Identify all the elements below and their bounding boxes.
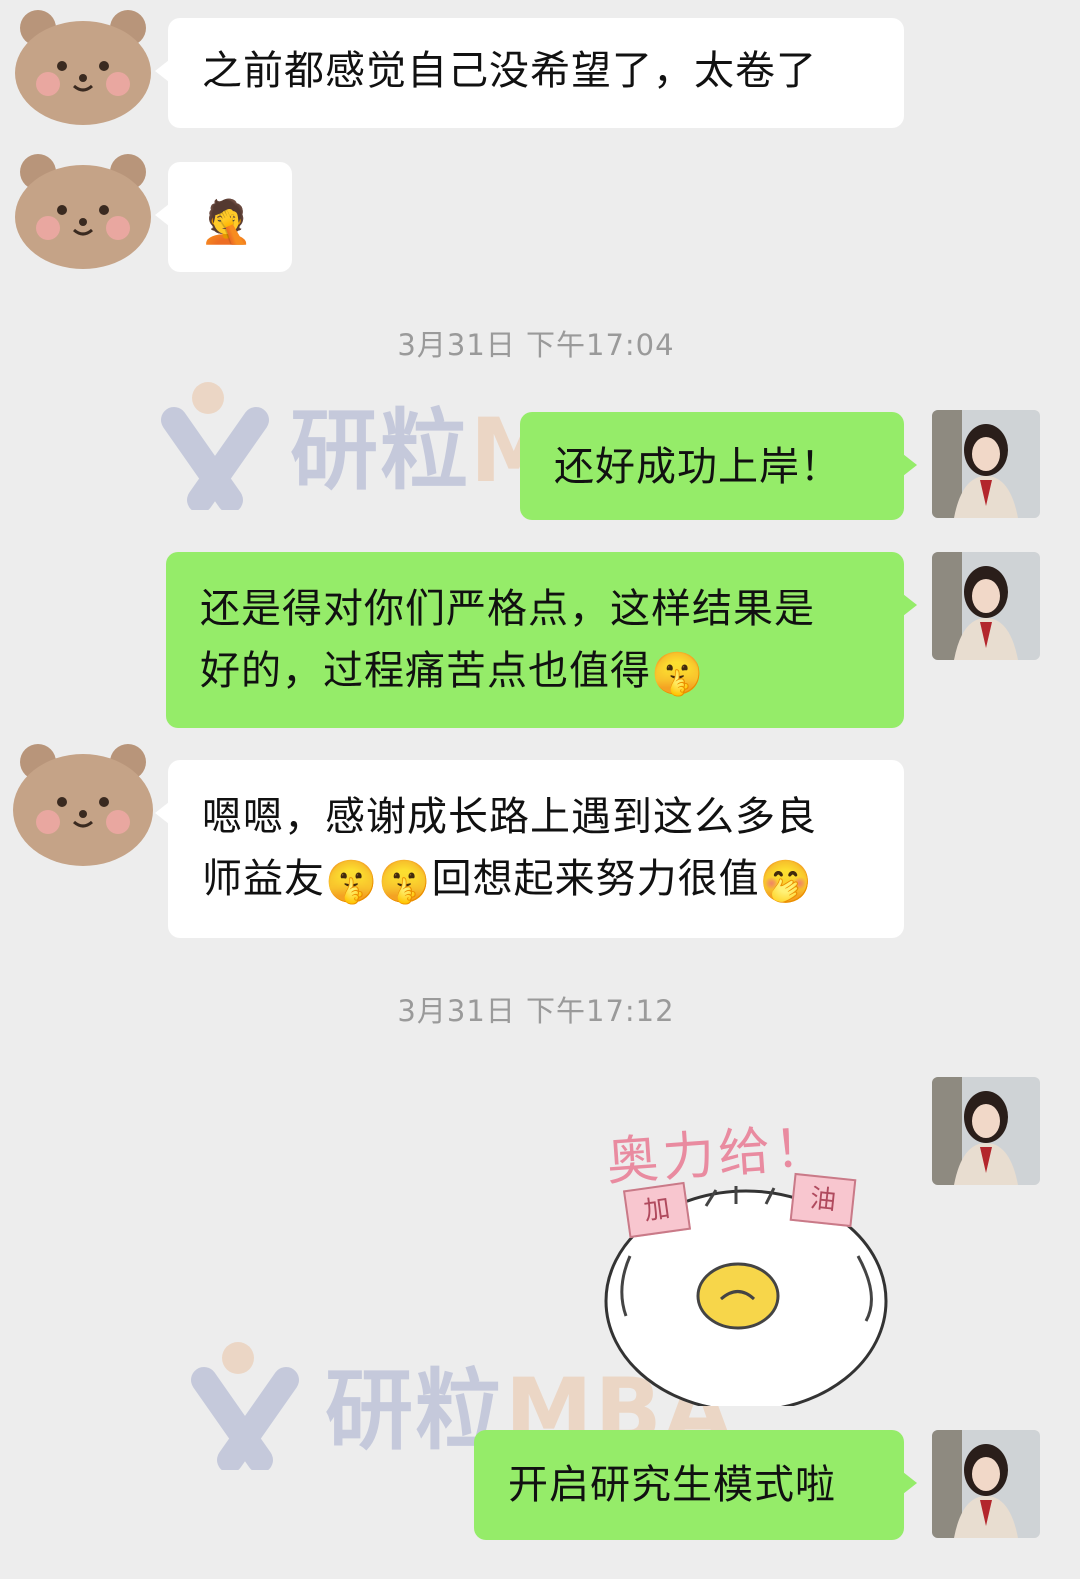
shush-emoji-icon: 🤫 (325, 857, 379, 906)
user-avatar[interactable] (932, 1430, 1040, 1538)
message-bubble-incoming[interactable]: 🤦 (155, 162, 292, 272)
watermark-brand: 研粒 (290, 399, 471, 502)
message-text: 还好成功上岸！ (554, 444, 841, 490)
sticker-message[interactable]: 奥力给！ 加 油 (596, 1116, 896, 1406)
message-bubble-outgoing[interactable]: 还是得对你们严格点，这样结果是 好的，过程痛苦点也值得🤫 (166, 552, 917, 728)
timestamp: 3月31日 下午17:04 (397, 328, 675, 362)
message-bubble-incoming[interactable]: 之前都感觉自己没希望了，太卷了 (155, 18, 904, 128)
user-avatar[interactable] (932, 552, 1040, 660)
shush-emoji-icon: 🤫 (651, 649, 705, 698)
shush-emoji-icon: 🤫 (378, 857, 432, 906)
user-avatar[interactable] (932, 1077, 1040, 1185)
message-bubble-outgoing[interactable]: 还好成功上岸！ (520, 412, 917, 520)
message-text-line: 好的，过程痛苦点也值得 (200, 648, 651, 694)
contact-avatar[interactable] (8, 742, 153, 866)
duck-sticker-icon (604, 1186, 888, 1406)
contact-avatar[interactable] (8, 152, 151, 269)
message-text-line: 师益友 (202, 856, 325, 902)
facepalm-emoji-icon: 🤦 (200, 197, 254, 246)
chat-area[interactable]: 研粒MBA 研粒MBA 之前都感觉自己没希望了，太卷了 (0, 0, 1080, 1579)
message-text-line: 还是得对你们严格点，这样结果是 (200, 586, 815, 632)
message-text: 之前都感觉自己没希望了，太卷了 (202, 48, 817, 94)
message-text: 开启研究生模式啦 (508, 1462, 836, 1508)
contact-avatar[interactable] (8, 8, 151, 125)
user-avatar[interactable] (932, 410, 1040, 518)
sticker-tag-left: 加 (622, 1181, 692, 1239)
message-text-line: 嗯嗯，感谢成长路上遇到这么多良 (202, 794, 817, 840)
sticker-tag-right: 油 (789, 1172, 857, 1228)
giggle-emoji-icon: 🤭 (759, 857, 813, 906)
message-bubble-incoming[interactable]: 嗯嗯，感谢成长路上遇到这么多良 师益友🤫🤫回想起来努力很值🤭 (155, 760, 904, 938)
message-text-line: 回想起来努力很值 (431, 856, 760, 902)
timestamp: 3月31日 下午17:12 (397, 994, 675, 1028)
message-bubble-outgoing[interactable]: 开启研究生模式啦 (474, 1430, 917, 1540)
